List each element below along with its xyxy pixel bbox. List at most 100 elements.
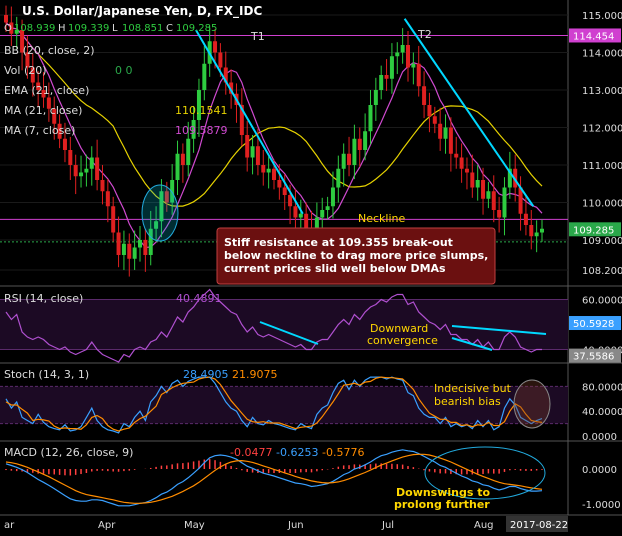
candle-body <box>320 210 325 218</box>
indicator-label: Vol (20) <box>4 64 47 77</box>
candle-body <box>502 187 507 218</box>
breakout-highlight <box>141 184 179 242</box>
candle-body <box>175 153 180 180</box>
macd-tick-label: 0.0000 <box>582 465 617 476</box>
candle-body <box>529 225 534 237</box>
candle-body <box>443 127 448 139</box>
candle-body <box>298 213 303 218</box>
candle-body <box>89 157 94 169</box>
price-tick-label: 114.000 <box>582 49 622 60</box>
candle-body <box>379 75 384 90</box>
macd-annotation: prolong further <box>394 498 490 511</box>
candle-body <box>272 168 276 180</box>
candle-body <box>523 213 528 225</box>
candle-body <box>127 243 132 259</box>
candle-body <box>186 138 191 165</box>
candle-body <box>138 240 142 248</box>
candle-body <box>470 172 475 188</box>
indicator-value: 0 0 <box>115 64 133 77</box>
candle-body <box>218 52 223 68</box>
candle-body <box>341 153 346 169</box>
candle-body <box>464 168 469 173</box>
candle-body <box>261 165 266 173</box>
candle-body <box>255 146 260 165</box>
candle-body <box>454 153 459 158</box>
macd-tick-label: -1.0000 <box>582 500 621 511</box>
candle-body <box>368 105 373 132</box>
candle-body <box>282 187 287 195</box>
macd-value: -0.0477 <box>230 446 272 459</box>
candle-body <box>416 63 421 87</box>
candle-body <box>73 165 78 177</box>
candle-body <box>427 105 432 117</box>
rsi-price-label: 37.5586 <box>573 352 614 363</box>
candle-body <box>100 180 105 192</box>
candle-body <box>250 146 255 158</box>
candle-body <box>105 191 110 207</box>
candle-body <box>486 191 491 199</box>
candle-body <box>277 180 282 188</box>
callout-text: Stiff resistance at 109.355 break-out <box>224 236 453 249</box>
candle-body <box>68 150 73 165</box>
price-tick-label: 108.200 <box>582 266 622 277</box>
candle-body <box>288 195 293 207</box>
price-tick-label: 112.000 <box>582 124 622 135</box>
time-axis-label: ar <box>4 520 15 531</box>
stoch-tick-label: 40.0000 <box>582 407 622 418</box>
stoch-k-value: 28.4905 <box>183 368 229 381</box>
ohlc-value: 109.285 <box>176 23 217 34</box>
candle-body <box>121 243 126 255</box>
label-t2: T2 <box>417 28 432 41</box>
ohlc-value: 108.939 <box>14 23 55 34</box>
candle-body <box>330 187 335 207</box>
candle-body <box>459 157 464 169</box>
ohlc-key: O <box>4 23 12 34</box>
chart-root: 115.000 114.000 113.000 112.000 111.000 110.0… <box>0 0 622 532</box>
candle-body <box>475 180 480 188</box>
candle-body <box>540 228 544 233</box>
candle-body <box>422 86 427 105</box>
stoch-d-value: 21.9075 <box>232 368 278 381</box>
candle-body <box>497 210 502 218</box>
candle-body <box>384 75 389 79</box>
ohlc-value: 108.851 <box>122 23 163 34</box>
candle-body <box>116 232 121 255</box>
price-tick-label: 110.000 <box>582 199 622 210</box>
candle-body <box>293 206 298 218</box>
callout-text: current prices slid well below DMAs <box>224 262 446 275</box>
candle-body <box>357 138 362 150</box>
candle-body <box>202 63 207 90</box>
price-tick-label: 111.000 <box>582 161 622 172</box>
chart-title: U.S. Dollar/Japanese Yen, D, FX_IDC <box>22 4 262 19</box>
candle-body <box>79 172 84 177</box>
indicator-value: 109.5879 <box>175 124 228 137</box>
candle-body <box>491 191 496 210</box>
indicator-label: EMA (21, close) <box>4 84 89 97</box>
chart-canvas[interactable]: 115.000 114.000 113.000 112.000 111.000 110.0… <box>0 0 622 532</box>
candle-body <box>304 213 309 229</box>
candle-body <box>395 52 400 57</box>
macd-value: -0.6253 <box>276 446 318 459</box>
candle-body <box>448 127 453 154</box>
candle-body <box>325 206 330 210</box>
candle-body <box>406 45 410 68</box>
price-tick-label: 113.000 <box>582 86 622 97</box>
label-t1: T1 <box>250 30 265 43</box>
candle-body <box>363 131 368 150</box>
candle-body <box>481 180 486 199</box>
macd-title: MACD (12, 26, close, 9) <box>4 446 133 459</box>
date-label: 2017-08-22 <box>510 520 568 531</box>
indicator-label: BB (20, close, 2) <box>4 44 95 57</box>
indicator-value: 110.1541 <box>175 104 228 117</box>
indicator-label: MA (21, close) <box>4 104 82 117</box>
candle-body <box>143 240 148 255</box>
ohlc-key: L <box>112 23 118 34</box>
candle-body <box>245 135 250 158</box>
ohlc-value: 109.339 <box>68 23 109 34</box>
time-axis-label: May <box>184 520 205 531</box>
callout-text: below neckline to drag more price slumps… <box>224 249 488 262</box>
price-label: 114.454 <box>573 31 614 42</box>
candle-body <box>534 232 539 237</box>
candle-body <box>373 90 378 105</box>
rsi-title: RSI (14, close) <box>4 292 83 305</box>
